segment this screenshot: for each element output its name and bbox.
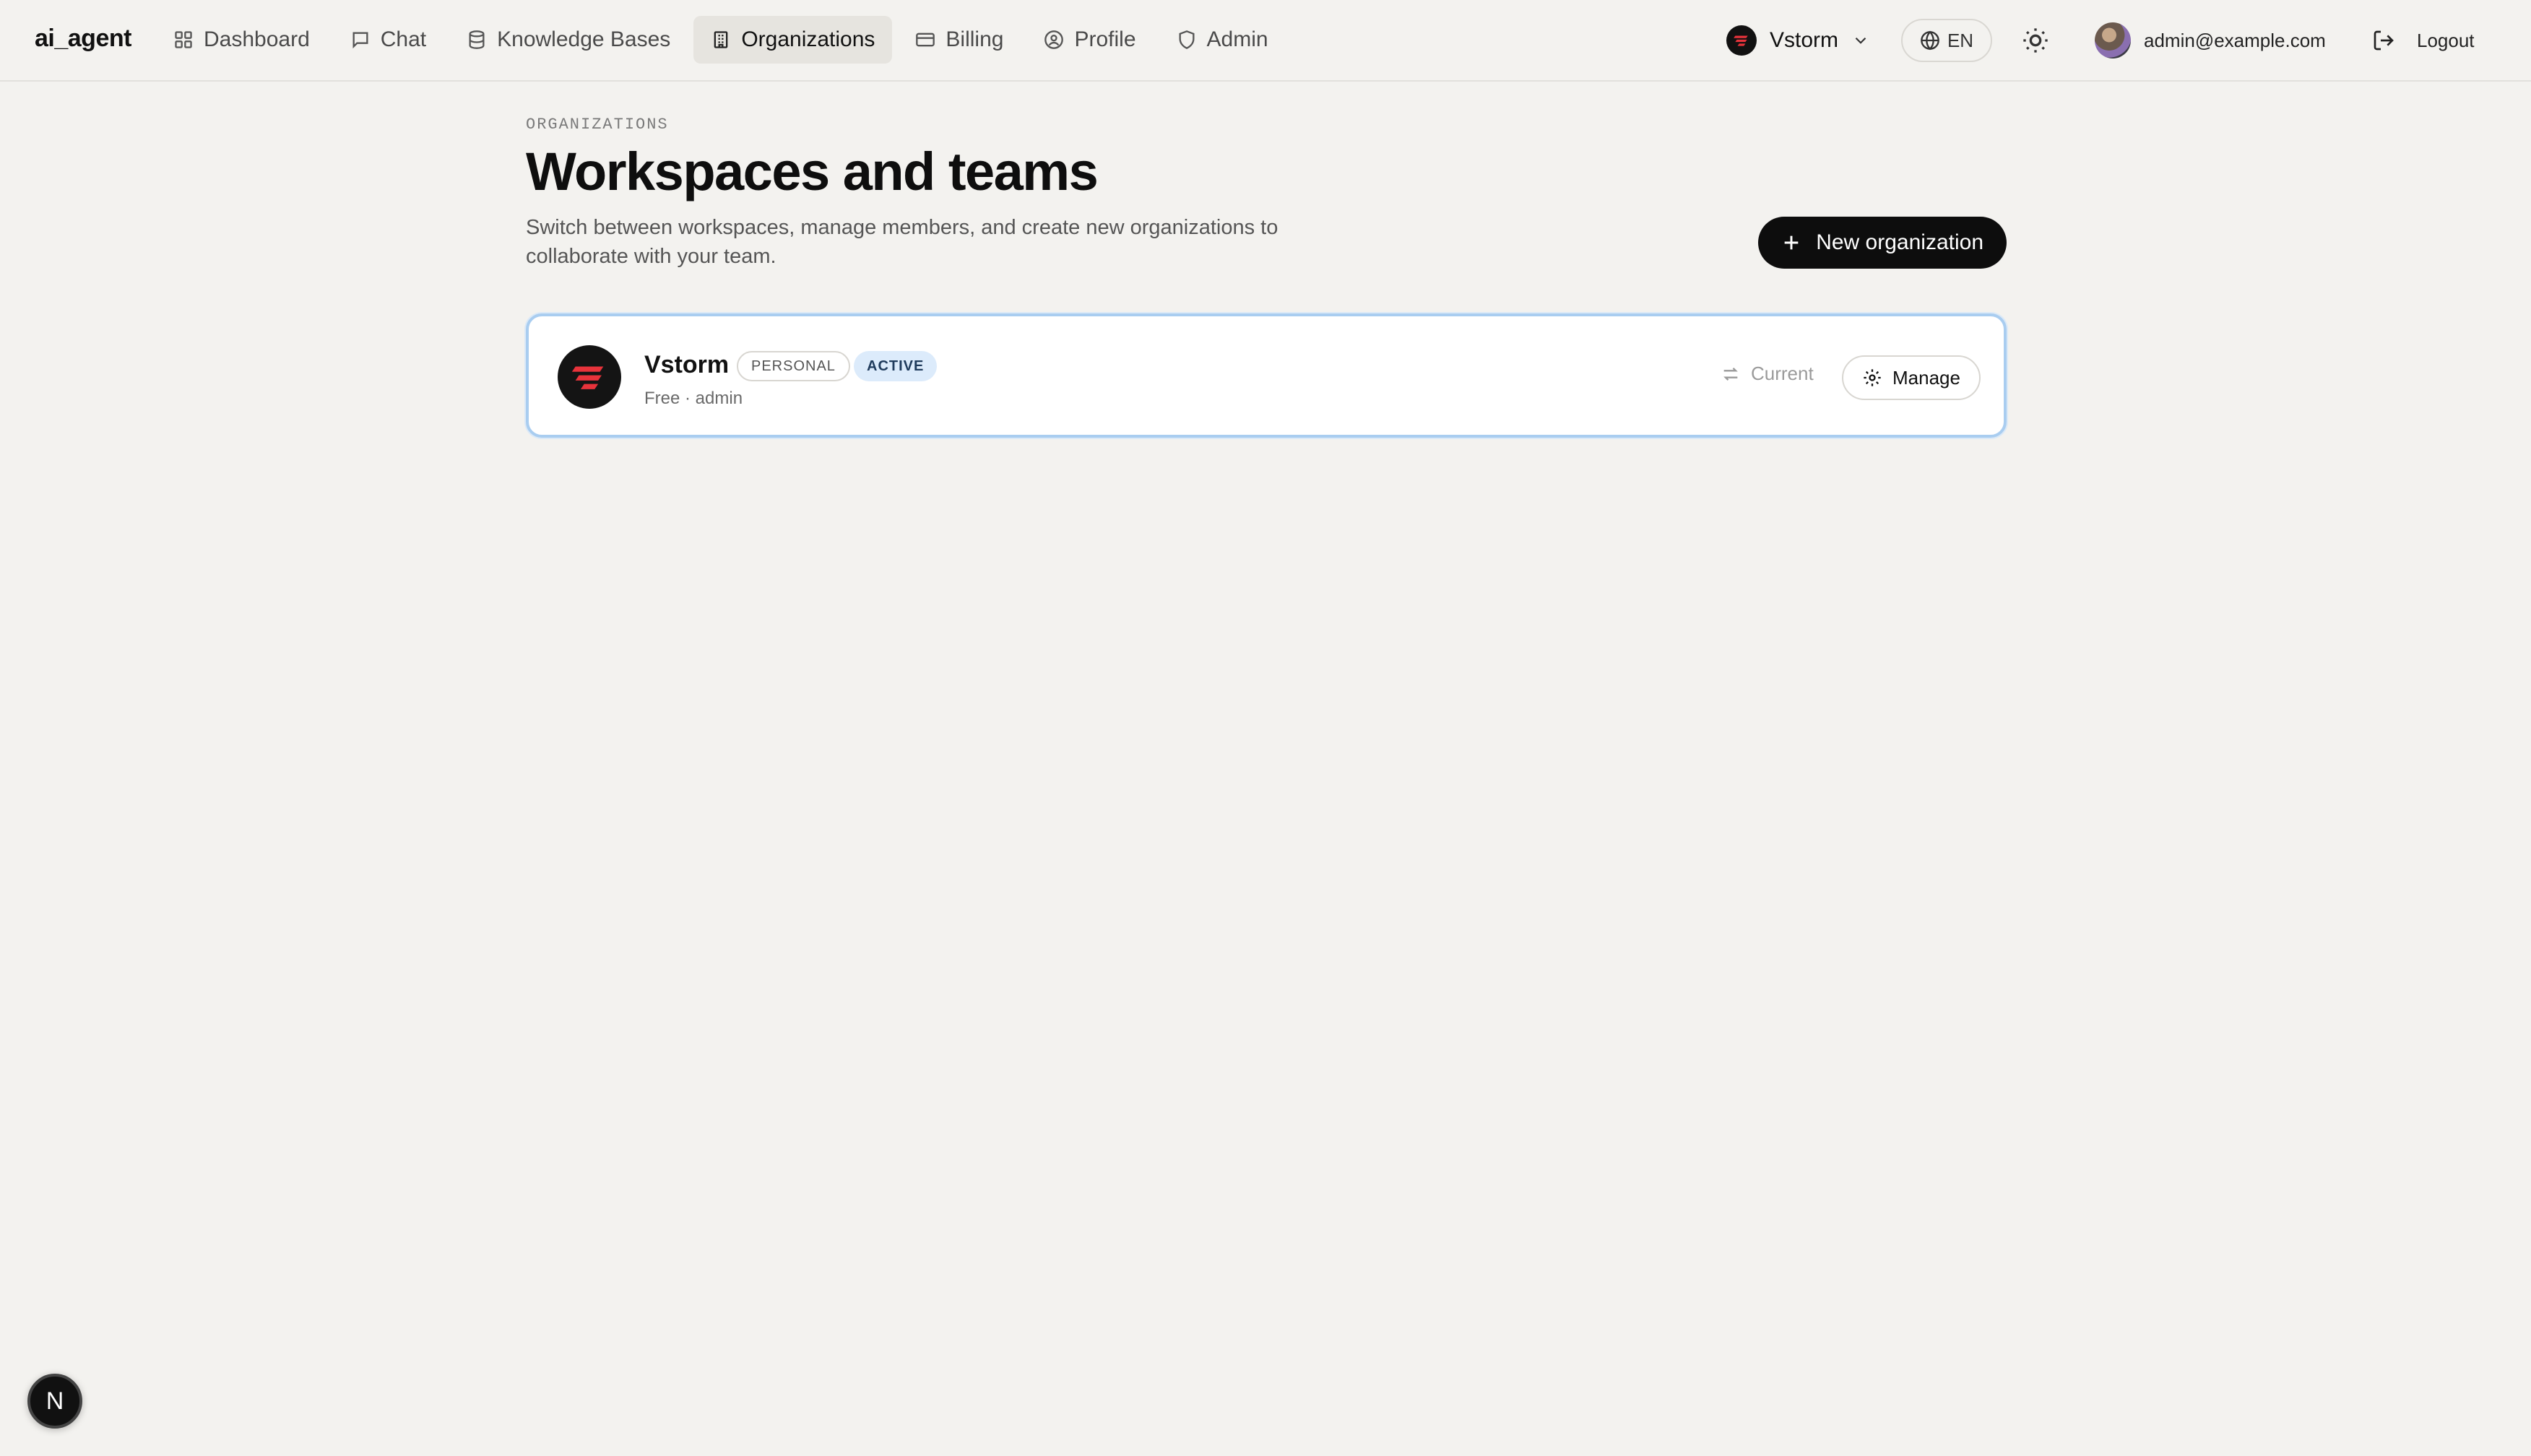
user-circle-icon [1044, 30, 1064, 49]
user-email: admin@example.com [2144, 29, 2326, 51]
gear-icon [1864, 369, 1881, 386]
new-organization-button[interactable]: New organization [1758, 217, 2007, 269]
nav-item-admin[interactable]: Admin [1159, 16, 1286, 64]
nav-item-label: Admin [1206, 27, 1268, 51]
org-switcher-label: Vstorm [1770, 28, 1839, 52]
new-organization-label: New organization [1816, 230, 1983, 254]
manage-label: Manage [1892, 366, 1960, 389]
switch-arrows-icon [1723, 367, 1738, 381]
sun-icon [2023, 28, 2048, 53]
language-selector[interactable]: EN [1901, 19, 1992, 62]
globe-icon [1921, 30, 1939, 51]
chat-bubble-icon [352, 32, 368, 49]
organization-name: Vstorm [644, 351, 730, 378]
logout-label: Logout [2417, 29, 2475, 51]
page-subtitle: Switch between workspaces, manage member… [526, 215, 1279, 268]
nav-item-dashboard[interactable]: Dashboard [156, 16, 327, 64]
nav-item-organizations[interactable]: Organizations [693, 16, 893, 64]
org-logo-icon [1726, 25, 1757, 56]
nav-item-billing[interactable]: Billing [898, 16, 1021, 64]
language-label: EN [1947, 29, 1974, 51]
nav-item-label: Profile [1074, 27, 1136, 51]
credit-card-icon [916, 32, 935, 47]
nav-item-label: Chat [380, 27, 427, 51]
dashboard-grid-icon [175, 31, 192, 48]
page-title: Workspaces and teams [526, 142, 1099, 202]
main-content: ORGANIZATIONS Workspaces and teams Switc… [526, 116, 2007, 438]
logout-button[interactable]: Logout [2372, 25, 2475, 56]
main-nav: Dashboard Chat Knowledge Bases Organizat… [156, 16, 1286, 64]
nav-item-chat[interactable]: Chat [333, 16, 444, 64]
page-eyebrow: ORGANIZATIONS [526, 116, 669, 134]
top-navbar: ai_agent Dashboard Chat Knowledge Bases … [0, 0, 2531, 82]
org-logo-icon [558, 345, 621, 409]
active-badge: ACTIVE [854, 351, 938, 381]
org-switcher[interactable]: Vstorm [1726, 20, 1870, 61]
database-icon [469, 30, 485, 49]
personal-badge: PERSONAL [737, 351, 850, 381]
plus-icon [1784, 235, 1799, 250]
logout-icon [2374, 30, 2394, 51]
shield-icon [1179, 30, 1195, 49]
user-menu[interactable]: admin@example.com [2095, 22, 2326, 59]
app-logo[interactable]: ai_agent [35, 25, 131, 53]
organization-meta: Free · admin [644, 389, 743, 408]
nav-item-profile[interactable]: Profile [1026, 16, 1153, 64]
current-label: Current [1751, 363, 1814, 384]
manage-button[interactable]: Manage [1842, 355, 1981, 400]
organization-card[interactable]: Vstorm PERSONAL ACTIVE Free · admin Curr… [526, 313, 2007, 438]
building-icon [714, 31, 728, 48]
dev-tools-indicator[interactable]: N [27, 1374, 82, 1429]
nav-item-label: Billing [946, 27, 1004, 51]
nav-item-knowledge-bases[interactable]: Knowledge Bases [449, 16, 688, 64]
nav-item-label: Organizations [741, 27, 875, 51]
avatar [2095, 22, 2131, 58]
nav-item-label: Knowledge Bases [497, 27, 671, 51]
current-indicator: Current [1721, 363, 1814, 385]
chevron-down-icon [1855, 37, 1866, 44]
nav-item-label: Dashboard [204, 27, 310, 51]
theme-toggle[interactable] [2021, 26, 2050, 55]
